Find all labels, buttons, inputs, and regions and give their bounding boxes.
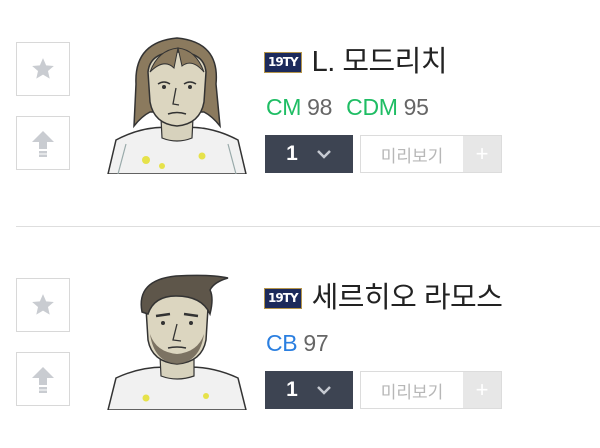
player-card: 19TY L. 모드리치 CM 98 CDM 95 1 미리보기 +: [0, 22, 600, 192]
favorite-button[interactable]: [16, 42, 70, 96]
player-avatar: [106, 268, 248, 410]
level-value: 1: [286, 142, 298, 165]
position-label: CB: [266, 330, 298, 356]
chevron-down-icon: [316, 386, 331, 395]
position-label: CDM: [346, 94, 398, 120]
preview-group: 미리보기 +: [360, 135, 502, 173]
player-card: 19TY 세르히오 라모스 CB 97 1 미리보기 +: [0, 258, 600, 428]
card-divider: [16, 226, 600, 227]
upgrade-button[interactable]: [16, 116, 70, 170]
level-dropdown[interactable]: 1: [265, 371, 353, 409]
upgrade-button[interactable]: [16, 352, 70, 406]
level-dropdown[interactable]: 1: [265, 135, 353, 173]
season-badge: 19TY: [264, 51, 302, 73]
preview-button[interactable]: 미리보기: [361, 372, 463, 408]
position-ratings: CM 98 CDM 95: [266, 94, 443, 121]
player-avatar: [106, 32, 248, 174]
position-label: CM: [266, 94, 302, 120]
preview-button[interactable]: 미리보기: [361, 136, 463, 172]
player-name-row: 19TY 세르히오 라모스: [264, 282, 503, 314]
season-badge: 19TY: [264, 287, 302, 309]
compare-add-button[interactable]: +: [463, 372, 501, 408]
player-name: L. 모드리치: [311, 46, 448, 78]
position-ratings: CB 97: [266, 330, 342, 357]
preview-group: 미리보기 +: [360, 371, 502, 409]
position-ovr: 97: [303, 330, 329, 356]
chevron-down-icon: [316, 150, 331, 159]
card-controls: 1 미리보기 +: [265, 371, 502, 409]
position-ovr: 98: [307, 94, 333, 120]
star-icon: [32, 294, 54, 315]
star-icon: [32, 58, 54, 79]
player-name: 세르히오 라모스: [311, 282, 503, 314]
arrow-up-icon: [32, 131, 54, 157]
player-name-row: 19TY L. 모드리치: [264, 46, 448, 78]
position-ovr: 95: [403, 94, 429, 120]
arrow-up-icon: [32, 367, 54, 393]
compare-add-button[interactable]: +: [463, 136, 501, 172]
card-controls: 1 미리보기 +: [265, 135, 502, 173]
favorite-button[interactable]: [16, 278, 70, 332]
level-value: 1: [286, 378, 298, 401]
